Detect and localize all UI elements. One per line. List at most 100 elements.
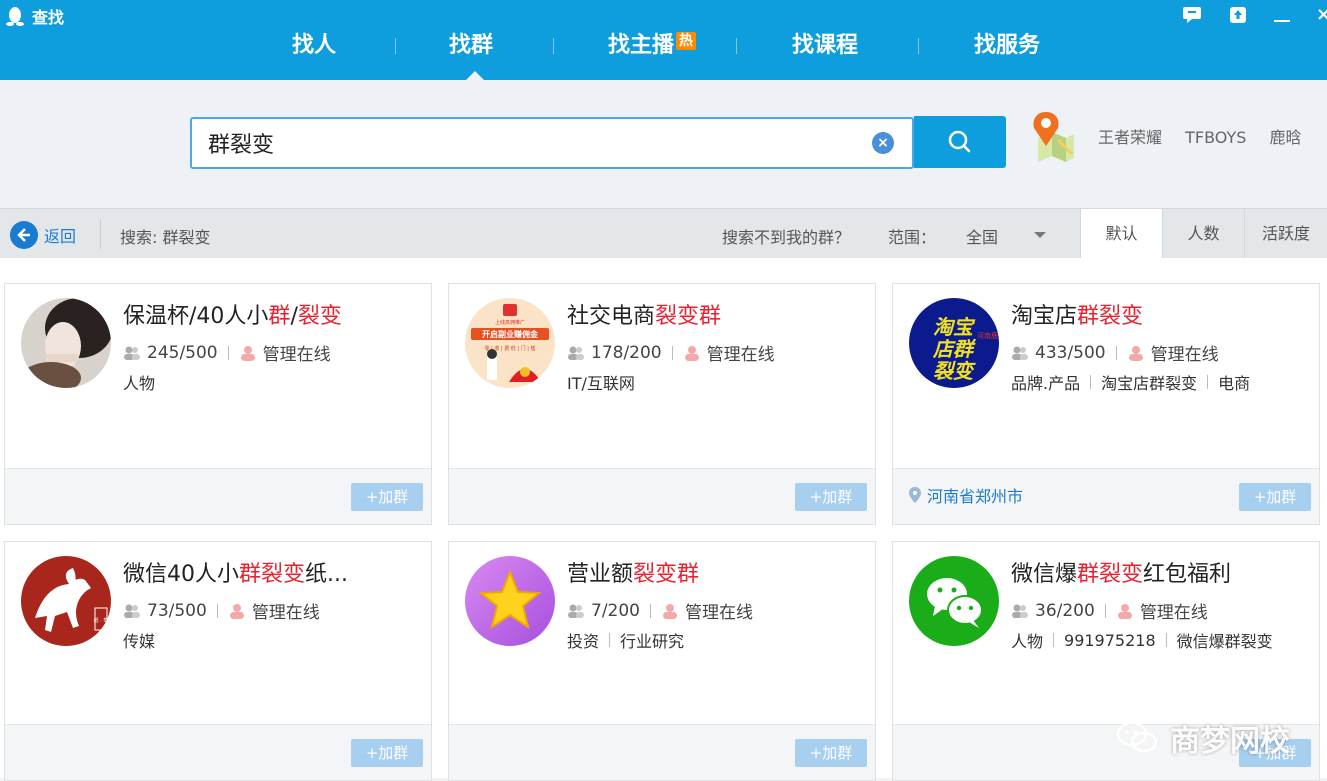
- tab-find-people[interactable]: 找人: [292, 32, 336, 60]
- tag: 人物: [123, 374, 156, 393]
- sort-tab-members[interactable]: 人数: [1162, 209, 1244, 259]
- tag: IT/互联网: [567, 374, 635, 393]
- minimize-icon[interactable]: [1274, 20, 1290, 22]
- avatar-text-line: 店群: [932, 337, 977, 361]
- group-card[interactable]: 营业额裂变群 7/200 管理在线 投资 行业研究 +加群: [448, 541, 876, 781]
- hot-word[interactable]: TFBOYS: [1185, 128, 1246, 147]
- nav-divider: [736, 38, 737, 54]
- admin-icon: [1117, 603, 1132, 619]
- title-text: /: [290, 304, 298, 329]
- location-map-icon[interactable]: [1030, 110, 1076, 162]
- title-text: 保温杯/40人小: [123, 304, 269, 329]
- divider: [1115, 345, 1117, 360]
- group-stats: 433/500 管理在线: [1011, 340, 1219, 365]
- search-input[interactable]: [208, 127, 848, 159]
- tab-find-group[interactable]: 找群: [449, 32, 493, 60]
- title-text: 微信40人小: [123, 562, 239, 587]
- tag: 品牌.产品: [1011, 374, 1081, 393]
- tab-find-service[interactable]: 找服务: [974, 32, 1040, 60]
- sort-tab-activity[interactable]: 活跃度: [1244, 209, 1327, 259]
- feedback-icon[interactable]: [1182, 6, 1202, 24]
- title-text: 淘宝店: [1011, 304, 1078, 329]
- group-title[interactable]: 微信40人小群裂变纸...: [123, 556, 348, 588]
- tab-find-anchor-label: 找主播: [608, 33, 675, 58]
- members-icon: [124, 346, 140, 360]
- avatar-text-line: 裂变: [933, 359, 976, 383]
- divider: [227, 345, 229, 360]
- avatar-top-text: 上线高佣推广: [495, 319, 525, 326]
- join-group-button[interactable]: +加群: [795, 739, 867, 767]
- group-card[interactable]: 上线高佣推广 开启副业赚佣金 零 | 收 | 费 低 | 门 | 槛 社交电商裂…: [448, 283, 876, 525]
- group-stats: 245/500 管理在线: [123, 340, 331, 365]
- nav-divider: [395, 38, 396, 54]
- title-highlight: 群裂变: [239, 562, 306, 587]
- search-area: × 王者荣耀 TFBOYS 鹿晗: [0, 80, 1327, 208]
- divider: [1165, 633, 1167, 647]
- title-highlight: 群裂变: [1077, 562, 1144, 587]
- member-count: 36/200: [1035, 600, 1095, 621]
- admin-status: 管理在线: [1139, 603, 1208, 623]
- tab-find-course[interactable]: 找课程: [792, 32, 858, 60]
- divider: [100, 219, 101, 249]
- divider: [1053, 633, 1055, 647]
- admin-status: 管理在线: [706, 345, 775, 365]
- admin-icon: [1128, 345, 1143, 361]
- group-tags: 人物: [123, 370, 155, 394]
- members-icon: [1012, 604, 1028, 618]
- group-title[interactable]: 微信爆群裂变红包福利: [1011, 556, 1231, 588]
- admin-icon: [684, 345, 699, 361]
- back-button[interactable]: 返回: [10, 221, 76, 249]
- chevron-down-icon[interactable]: [1034, 232, 1046, 238]
- members-icon: [568, 346, 584, 360]
- tag: 传媒: [123, 632, 156, 651]
- join-group-button[interactable]: +加群: [795, 483, 867, 511]
- admin-icon: [240, 345, 255, 361]
- clear-search-icon[interactable]: ×: [872, 132, 894, 154]
- group-title[interactable]: 社交电商裂变群: [567, 298, 721, 330]
- group-tags: 传媒: [123, 628, 155, 652]
- title-highlight: 裂变群: [633, 562, 700, 587]
- hot-word[interactable]: 王者荣耀: [1098, 128, 1162, 147]
- hot-badge: 热: [676, 32, 697, 50]
- group-card[interactable]: 保温杯/40人小群/裂变 245/500 管理在线 人物 +加群: [4, 283, 432, 525]
- group-avatar: [21, 298, 111, 388]
- member-count: 245/500: [147, 342, 218, 363]
- upload-icon[interactable]: [1228, 5, 1248, 25]
- tab-find-anchor[interactable]: 找主播热: [608, 32, 697, 60]
- admin-status: 管理在线: [251, 603, 320, 623]
- join-group-button[interactable]: +加群: [351, 483, 423, 511]
- card-footer: +加群: [449, 724, 875, 780]
- admin-icon: [663, 603, 677, 619]
- watermark-text: 商梦网校: [1170, 724, 1290, 759]
- group-title[interactable]: 营业额裂变群: [567, 556, 699, 588]
- divider: [609, 633, 611, 647]
- card-footer: +加群: [5, 468, 431, 524]
- search-button[interactable]: [914, 116, 1006, 168]
- members-icon: [1012, 346, 1028, 360]
- group-avatar: 上线高佣推广 开启副业赚佣金 零 | 收 | 费 低 | 门 | 槛: [465, 298, 555, 388]
- watermark: 商梦网校: [1114, 716, 1290, 760]
- group-title[interactable]: 保温杯/40人小群/裂变: [123, 298, 342, 330]
- close-icon[interactable]: ×: [1316, 4, 1327, 25]
- cannot-find-group-link[interactable]: 搜索不到我的群？: [722, 224, 850, 248]
- sort-tab-default[interactable]: 默认: [1080, 209, 1162, 259]
- join-group-button[interactable]: +加群: [1239, 483, 1311, 511]
- group-stats: 7/200 管理在线: [567, 598, 753, 623]
- hot-word[interactable]: 鹿晗: [1270, 128, 1302, 147]
- location-text: 河南省郑州市: [927, 487, 1024, 506]
- group-title[interactable]: 淘宝店群裂变: [1011, 298, 1143, 330]
- join-group-button[interactable]: +加群: [351, 739, 423, 767]
- group-card[interactable]: 淘宝 店群 裂变 河南鹿邑 淘宝店群裂变 433/500 管理在线 品牌.产品 …: [892, 283, 1320, 525]
- group-tags: 品牌.产品 淘宝店群裂变 电商: [1011, 370, 1250, 394]
- tag: 微信爆群裂变: [1176, 632, 1273, 651]
- filter-bar: 返回 搜索: 群裂变 搜索不到我的群？ 范围： 全国 默认 人数 活跃度: [0, 208, 1327, 259]
- group-stats: 73/500 管理在线: [123, 598, 320, 623]
- group-card[interactable]: 纸 · 笔 微信40人小群裂变纸... 73/500 管理在线 传媒 +加群: [4, 541, 432, 781]
- back-arrow-icon: [10, 221, 38, 249]
- group-tags: 人物 991975218 微信爆群裂变: [1011, 628, 1273, 652]
- range-select[interactable]: 全国: [966, 224, 998, 248]
- group-location[interactable]: 河南省郑州市: [909, 483, 1023, 507]
- card-footer: +加群: [449, 468, 875, 524]
- search-box[interactable]: ×: [190, 117, 914, 169]
- wechat-watermark-icon: [1116, 721, 1158, 753]
